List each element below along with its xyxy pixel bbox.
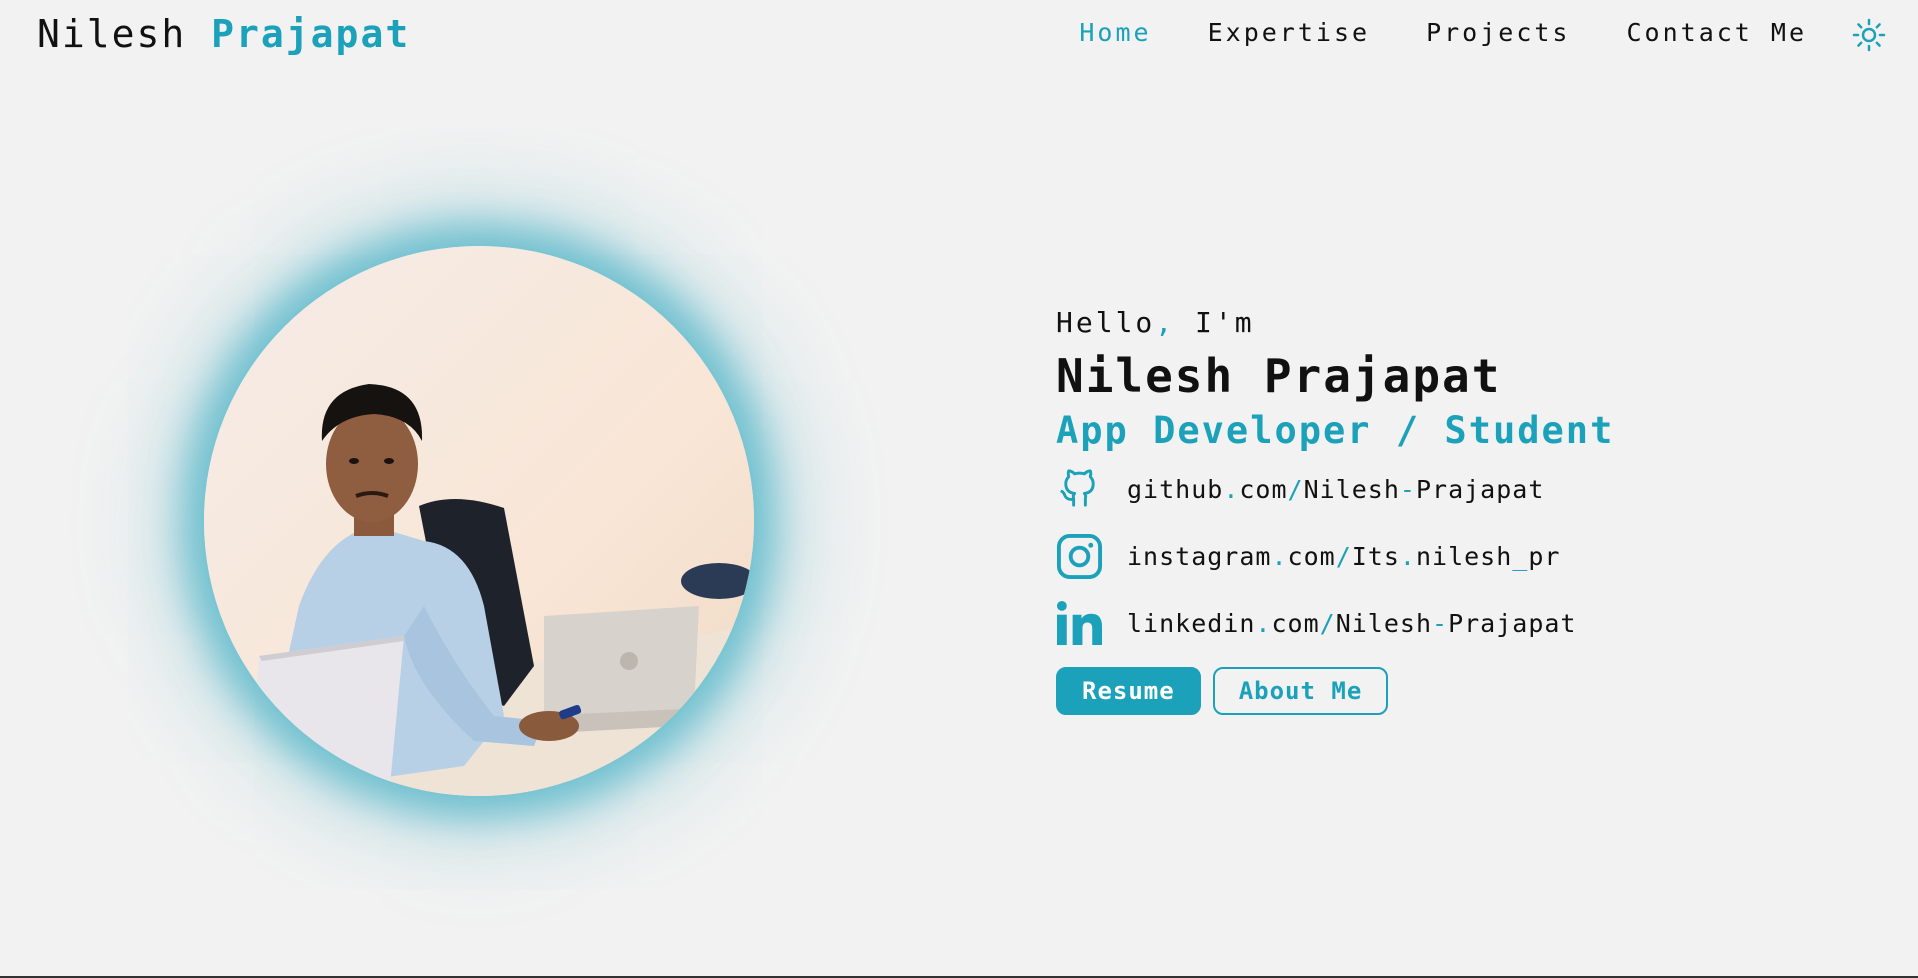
nav-home[interactable]: Home <box>1079 18 1151 47</box>
nav-expertise[interactable]: Expertise <box>1208 18 1370 47</box>
main-nav: Home Expertise Projects Contact Me <box>1079 18 1807 47</box>
logo-first-name: Nilesh <box>37 12 187 56</box>
greeting-hello: Hello <box>1056 306 1156 339</box>
instagram-link[interactable]: instagram.com/Its.nilesh_pr <box>1056 533 1614 580</box>
instagram-link-text: instagram.com/Its.nilesh_pr <box>1127 542 1561 571</box>
logo-last-name: Prajapat <box>211 12 411 56</box>
page: Nilesh Prajapat Home Expertise Projects … <box>0 0 1918 978</box>
github-link-text: github.com/Nilesh-Prajapat <box>1127 475 1545 504</box>
instagram-icon <box>1056 533 1103 580</box>
profile-photo-illustration <box>204 246 754 796</box>
resume-button[interactable]: Resume <box>1056 667 1201 715</box>
profile-photo <box>204 246 754 796</box>
theme-toggle-button[interactable] <box>1852 18 1886 52</box>
hero-intro: Hello, I'm Nilesh Prajapat App Developer… <box>1056 306 1614 715</box>
about-me-button[interactable]: About Me <box>1212 667 1389 715</box>
linkedin-icon <box>1056 600 1103 646</box>
hero-role: App Developer / Student <box>1056 409 1615 452</box>
greeting: Hello, I'm <box>1056 306 1614 339</box>
greeting-im: I'm <box>1175 306 1255 339</box>
github-link[interactable]: github.com/Nilesh-Prajapat <box>1056 466 1614 513</box>
greeting-comma: , <box>1155 306 1176 339</box>
github-icon <box>1060 469 1095 507</box>
hero-name: Nilesh Prajapat <box>1056 349 1502 403</box>
hero-buttons: Resume About Me <box>1056 667 1614 715</box>
nav-contact-me[interactable]: Contact Me <box>1626 18 1807 47</box>
nav-projects[interactable]: Projects <box>1426 18 1570 47</box>
linkedin-link[interactable]: linkedin.com/Nilesh-Prajapat <box>1056 600 1614 647</box>
sun-icon <box>1852 18 1886 52</box>
linkedin-link-text: linkedin.com/Nilesh-Prajapat <box>1127 609 1577 638</box>
social-links: github.com/Nilesh-Prajapat instagram.com… <box>1056 466 1614 647</box>
site-logo[interactable]: Nilesh Prajapat <box>37 12 410 56</box>
